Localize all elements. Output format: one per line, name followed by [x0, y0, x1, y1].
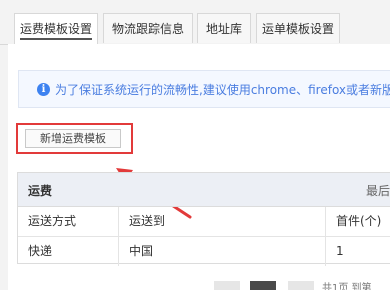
column-header: 运送到 — [118, 207, 325, 236]
column-header: 运送方式 — [28, 214, 77, 228]
column-header: 首件(个) — [325, 207, 390, 236]
table-title: 运费 — [28, 184, 53, 198]
table-header-bar: 运费 最后 — [18, 173, 390, 207]
table-row: 快递 中国 1 — [18, 237, 390, 266]
table-header-right-text: 最后 — [365, 184, 390, 198]
table-cell: 快递 — [28, 244, 53, 258]
pager-text: 共1页 到第 — [322, 283, 372, 290]
pager-next-button[interactable] — [288, 281, 314, 290]
table-cell: 中国 — [118, 237, 325, 266]
table-cell: 1 — [325, 237, 390, 266]
pager-prev-button[interactable] — [214, 281, 240, 290]
table-column-headers: 运送方式 运送到 首件(个) — [18, 207, 390, 237]
pager-current-page[interactable] — [250, 281, 276, 290]
freight-table: 运费 最后 运送方式 运送到 首件(个) 快递 中国 1 — [17, 172, 390, 266]
